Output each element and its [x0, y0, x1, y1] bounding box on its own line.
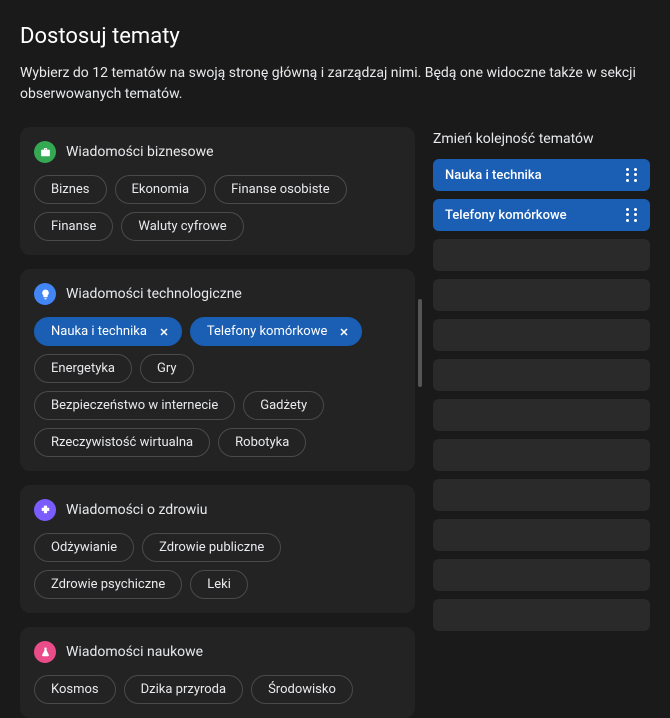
lightbulb-icon [34, 283, 56, 305]
topic-chip[interactable]: Kosmos [34, 675, 116, 704]
topic-chip[interactable]: Zdrowie publiczne [142, 533, 281, 562]
reorder-item[interactable]: Nauka i technika [433, 159, 650, 191]
reorder-empty-slot [433, 359, 650, 391]
chip-label: Gadżety [260, 398, 307, 413]
reorder-empty-slot [433, 399, 650, 431]
reorder-empty-slot [433, 479, 650, 511]
topic-chip[interactable]: Bezpieczeństwo w internecie [34, 391, 235, 420]
chip-label: Finanse [51, 219, 96, 234]
flask-icon [34, 641, 56, 663]
chip-label: Ekonomia [132, 182, 190, 197]
close-icon[interactable] [337, 325, 351, 339]
reorder-empty-slot [433, 279, 650, 311]
page-subtitle: Wybierz do 12 tematów na swoją stronę gł… [20, 63, 650, 105]
category-header: Wiadomości naukowe [34, 641, 401, 663]
reorder-item-label: Telefony komórkowe [445, 208, 567, 223]
chip-label: Nauka i technika [51, 324, 147, 339]
chip-label: Leki [207, 577, 231, 592]
category-header: Wiadomości o zdrowiu [34, 499, 401, 521]
category-card-tech: Wiadomości technologiczne Nauka i technik… [20, 269, 415, 471]
health-icon [34, 499, 56, 521]
page-title: Dostosuj tematy [20, 24, 650, 49]
topic-chip[interactable]: Gry [140, 354, 194, 383]
topic-chip[interactable]: Telefony komórkowe [190, 317, 362, 346]
reorder-title: Zmień kolejność tematów [433, 127, 650, 147]
close-icon[interactable] [157, 325, 171, 339]
chip-label: Bezpieczeństwo w internecie [51, 398, 218, 413]
reorder-slots: Nauka i technika Telefony komórkowe [433, 159, 650, 631]
chip-label: Finanse osobiste [231, 182, 329, 197]
chip-label: Energetyka [51, 361, 115, 376]
reorder-item[interactable]: Telefony komórkowe [433, 199, 650, 231]
categories-column: Wiadomości biznesowe Biznes Ekonomia Finans… [20, 127, 415, 718]
chip-label: Waluty cyfrowe [138, 219, 226, 234]
chip-row: Biznes Ekonomia Finanse osobiste Finanse Wal… [34, 175, 401, 241]
chip-label: Dzika przyroda [141, 682, 226, 697]
chip-label: Zdrowie publiczne [159, 540, 264, 555]
reorder-empty-slot [433, 559, 650, 591]
topic-chip[interactable]: Finanse [34, 212, 113, 241]
topic-chip[interactable]: Rzeczywistość wirtualna [34, 428, 210, 457]
chip-row: Kosmos Dzika przyroda Środowisko [34, 675, 401, 704]
reorder-empty-slot [433, 599, 650, 631]
reorder-column: Zmień kolejność tematów Nauka i technika… [433, 127, 650, 718]
category-card-science: Wiadomości naukowe Kosmos Dzika przyroda Śr… [20, 627, 415, 718]
category-header: Wiadomości technologiczne [34, 283, 401, 305]
chip-label: Zdrowie psychiczne [51, 577, 165, 592]
topic-chip[interactable]: Leki [190, 570, 248, 599]
topic-chip[interactable]: Finanse osobiste [214, 175, 346, 204]
category-card-health: Wiadomości o zdrowiu Odżywianie Zdrowie pu… [20, 485, 415, 613]
drag-handle-icon[interactable] [626, 208, 640, 222]
chip-label: Biznes [51, 182, 90, 197]
category-header: Wiadomości biznesowe [34, 141, 401, 163]
topic-chip[interactable]: Zdrowie psychiczne [34, 570, 182, 599]
chip-label: Telefony komórkowe [207, 324, 327, 339]
reorder-empty-slot [433, 439, 650, 471]
chip-label: Robotyka [235, 435, 289, 450]
topic-chip[interactable]: Energetyka [34, 354, 132, 383]
topic-chip[interactable]: Nauka i technika [34, 317, 182, 346]
reorder-empty-slot [433, 519, 650, 551]
reorder-empty-slot [433, 239, 650, 271]
chip-label: Gry [157, 361, 177, 376]
chip-label: Rzeczywistość wirtualna [51, 435, 193, 450]
chip-label: Środowisko [268, 682, 336, 697]
topic-chip[interactable]: Ekonomia [115, 175, 207, 204]
scrollbar-thumb[interactable] [418, 299, 422, 387]
chip-label: Odżywianie [51, 540, 117, 555]
topic-chip[interactable]: Środowisko [251, 675, 353, 704]
category-card-business: Wiadomości biznesowe Biznes Ekonomia Finans… [20, 127, 415, 255]
topic-chip[interactable]: Dzika przyroda [124, 675, 243, 704]
chip-label: Kosmos [51, 682, 99, 697]
category-title: Wiadomości technologiczne [66, 286, 242, 302]
briefcase-icon [34, 141, 56, 163]
topic-chip[interactable]: Biznes [34, 175, 107, 204]
category-title: Wiadomości naukowe [66, 644, 203, 660]
chip-row: Nauka i technika Telefony komórkowe Energe… [34, 317, 401, 457]
topic-chip[interactable]: Gadżety [243, 391, 324, 420]
drag-handle-icon[interactable] [626, 168, 640, 182]
chip-row: Odżywianie Zdrowie publiczne Zdrowie psych… [34, 533, 401, 599]
reorder-item-label: Nauka i technika [445, 168, 542, 183]
topic-chip[interactable]: Waluty cyfrowe [121, 212, 243, 241]
reorder-empty-slot [433, 319, 650, 351]
category-title: Wiadomości o zdrowiu [66, 502, 207, 518]
topic-chip[interactable]: Odżywianie [34, 533, 134, 562]
topic-chip[interactable]: Robotyka [218, 428, 306, 457]
category-title: Wiadomości biznesowe [66, 144, 214, 160]
